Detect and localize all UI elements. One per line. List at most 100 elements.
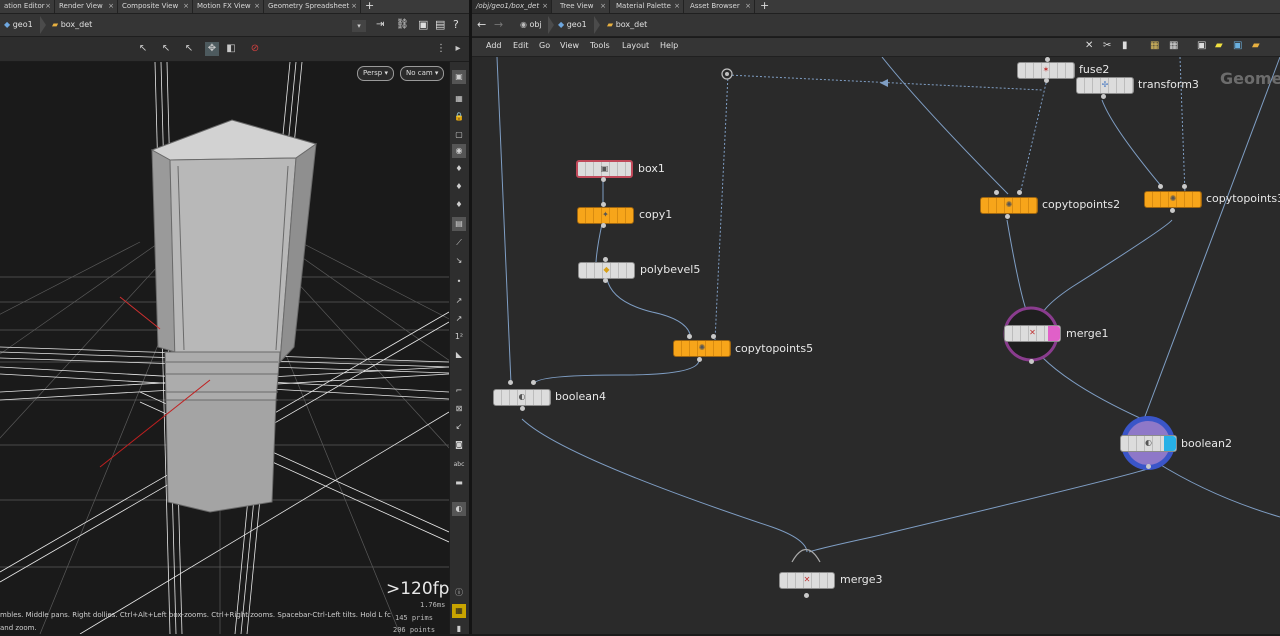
camera-select-button[interactable]: No cam ▾ bbox=[400, 66, 445, 81]
node-copytopoints5[interactable]: ✺ bbox=[673, 340, 731, 357]
network-editor[interactable]: Geome ▣ box1 ✦ copy1 ◆ polybevel5 ✺ copy… bbox=[472, 57, 1280, 634]
select-mode-icon[interactable]: ↖ bbox=[136, 42, 150, 56]
close-icon[interactable]: × bbox=[45, 0, 51, 13]
ruler-icon[interactable]: ⟋ bbox=[452, 236, 466, 250]
list-icon[interactable]: ▮ bbox=[1122, 40, 1128, 51]
output-port[interactable] bbox=[1044, 78, 1049, 83]
vector-icon[interactable]: ↘ bbox=[452, 254, 466, 268]
node-label-fuse[interactable]: fuse2 bbox=[1079, 63, 1109, 76]
node-copytopoints2[interactable]: ✺ bbox=[980, 197, 1038, 214]
menu-edit[interactable]: Edit bbox=[513, 41, 529, 50]
node-label-merge3[interactable]: merge3 bbox=[840, 573, 883, 586]
output-port[interactable] bbox=[697, 357, 702, 362]
camera-icon[interactable]: ◉ bbox=[452, 144, 466, 158]
input-port[interactable] bbox=[508, 380, 513, 385]
text-icon[interactable]: abc bbox=[452, 458, 466, 472]
output-port[interactable] bbox=[804, 593, 809, 598]
tree-icon[interactable]: ▦ bbox=[1169, 40, 1178, 51]
add-tab-icon[interactable]: + bbox=[760, 0, 769, 12]
node-label-merge1[interactable]: merge1 bbox=[1066, 327, 1109, 340]
output-port[interactable] bbox=[1029, 359, 1034, 364]
output-port[interactable] bbox=[1005, 214, 1010, 219]
menu-layout[interactable]: Layout bbox=[622, 41, 649, 50]
palette-icon[interactable]: ▦ bbox=[1150, 40, 1159, 51]
breadcrumb-geo1[interactable]: ◆ geo1 bbox=[4, 18, 33, 32]
layout-icon[interactable]: ▤ bbox=[435, 18, 445, 31]
node-label-copy1[interactable]: copy1 bbox=[639, 208, 672, 221]
point-icon[interactable]: • bbox=[452, 275, 466, 289]
layout-grid-icon[interactable]: ▦ bbox=[452, 604, 466, 618]
output-port[interactable] bbox=[1101, 94, 1106, 99]
input-port[interactable] bbox=[994, 190, 999, 195]
node-label-transform3[interactable]: transform3 bbox=[1138, 78, 1199, 91]
display-flag[interactable] bbox=[1164, 436, 1176, 451]
node-label-polybevel5[interactable]: polybevel5 bbox=[640, 263, 700, 276]
node-boolean2[interactable]: ◐ bbox=[1120, 435, 1177, 452]
close-icon[interactable]: × bbox=[254, 0, 260, 13]
light-icon[interactable]: ♦ bbox=[452, 162, 466, 176]
output-port[interactable] bbox=[601, 223, 606, 228]
background-image-icon[interactable]: ▣ bbox=[1233, 40, 1242, 51]
light-3-icon[interactable]: ♦ bbox=[452, 198, 466, 212]
pin-icon[interactable]: ⇥ bbox=[376, 19, 384, 30]
scissors-icon[interactable]: ✂ bbox=[1103, 40, 1111, 51]
node-label-copytopoints3[interactable]: copytopoints3 bbox=[1206, 192, 1280, 205]
background-icon[interactable]: ▬ bbox=[452, 476, 466, 490]
edge-icon[interactable]: ↗ bbox=[452, 312, 466, 326]
tab-geometry-spreadsheet[interactable]: Geometry Spreadsheet × bbox=[264, 0, 361, 13]
output-port[interactable] bbox=[603, 278, 608, 283]
node-copy1[interactable]: ✦ bbox=[577, 207, 634, 224]
input-port[interactable] bbox=[1017, 190, 1022, 195]
node-merge1[interactable]: ✕ bbox=[1004, 325, 1061, 342]
mesh-icon[interactable]: ◣ bbox=[452, 348, 466, 362]
node-box1[interactable]: ▣ bbox=[576, 160, 633, 178]
close-icon[interactable]: × bbox=[745, 0, 751, 13]
link-icon[interactable]: ⛓ bbox=[396, 19, 409, 30]
display-options-icon[interactable]: ▣ bbox=[418, 18, 428, 31]
output-port[interactable] bbox=[1146, 464, 1151, 469]
tab-network-box-det[interactable]: /obj/geo1/box_det × bbox=[472, 0, 552, 13]
bracket-icon[interactable]: ⌐ bbox=[452, 384, 466, 398]
close-icon[interactable]: × bbox=[183, 0, 189, 13]
viewport-menu-icon[interactable]: ▸ bbox=[451, 42, 465, 56]
tab-tree-view[interactable]: Tree View × bbox=[556, 0, 610, 13]
node-fuse[interactable]: ✶ bbox=[1017, 62, 1075, 79]
output-port[interactable] bbox=[1170, 208, 1175, 213]
xray-icon[interactable]: ⊠ bbox=[452, 402, 466, 416]
menu-go[interactable]: Go bbox=[539, 41, 550, 50]
tab-composite-view[interactable]: Composite View × bbox=[118, 0, 193, 13]
close-icon[interactable]: × bbox=[108, 0, 114, 13]
wrench-icon[interactable]: ✕ bbox=[1085, 40, 1093, 51]
safe-area-icon[interactable]: ▢ bbox=[452, 128, 466, 142]
close-icon[interactable]: × bbox=[351, 0, 357, 13]
visibility-icon[interactable]: ◐ bbox=[452, 502, 466, 516]
node-polybevel5[interactable]: ◆ bbox=[578, 262, 635, 279]
forward-arrow-icon[interactable]: → bbox=[494, 18, 503, 31]
normal-icon[interactable]: ↗ bbox=[452, 294, 466, 308]
node-transform3[interactable]: ✢ bbox=[1076, 77, 1134, 94]
uv-icon[interactable]: ↙ bbox=[452, 420, 466, 434]
input-port[interactable] bbox=[1158, 184, 1163, 189]
breadcrumb-box-det[interactable]: ▰ box_det bbox=[607, 18, 647, 32]
network-box-icon[interactable]: ▰ bbox=[1252, 40, 1260, 51]
tab-animation-editor[interactable]: ation Editor × bbox=[0, 0, 55, 13]
numbers-icon[interactable]: 1² bbox=[452, 330, 466, 344]
info-icon[interactable]: ⓘ bbox=[452, 586, 466, 600]
ghost-icon[interactable]: ◙ bbox=[452, 438, 466, 452]
close-icon[interactable]: × bbox=[674, 0, 680, 13]
tab-render-view[interactable]: Render View × bbox=[55, 0, 118, 13]
menu-help[interactable]: Help bbox=[660, 41, 678, 50]
node-boolean4[interactable]: ◐ bbox=[493, 389, 551, 406]
close-icon[interactable]: × bbox=[600, 0, 606, 13]
output-port[interactable] bbox=[520, 406, 525, 411]
select-primitive-icon[interactable]: ✥ bbox=[205, 42, 219, 56]
add-tab-icon[interactable]: + bbox=[365, 0, 374, 12]
sticky-note-icon[interactable]: ▰ bbox=[1215, 40, 1223, 51]
light-2-icon[interactable]: ♦ bbox=[452, 180, 466, 194]
close-icon[interactable]: × bbox=[542, 0, 548, 13]
input-port[interactable] bbox=[711, 334, 716, 339]
select-point-icon[interactable]: ↖ bbox=[159, 42, 173, 56]
breadcrumb-obj[interactable]: ◉ obj bbox=[520, 18, 542, 32]
display-icon[interactable]: ▣ bbox=[452, 70, 466, 84]
menu-tools[interactable]: Tools bbox=[590, 41, 610, 50]
